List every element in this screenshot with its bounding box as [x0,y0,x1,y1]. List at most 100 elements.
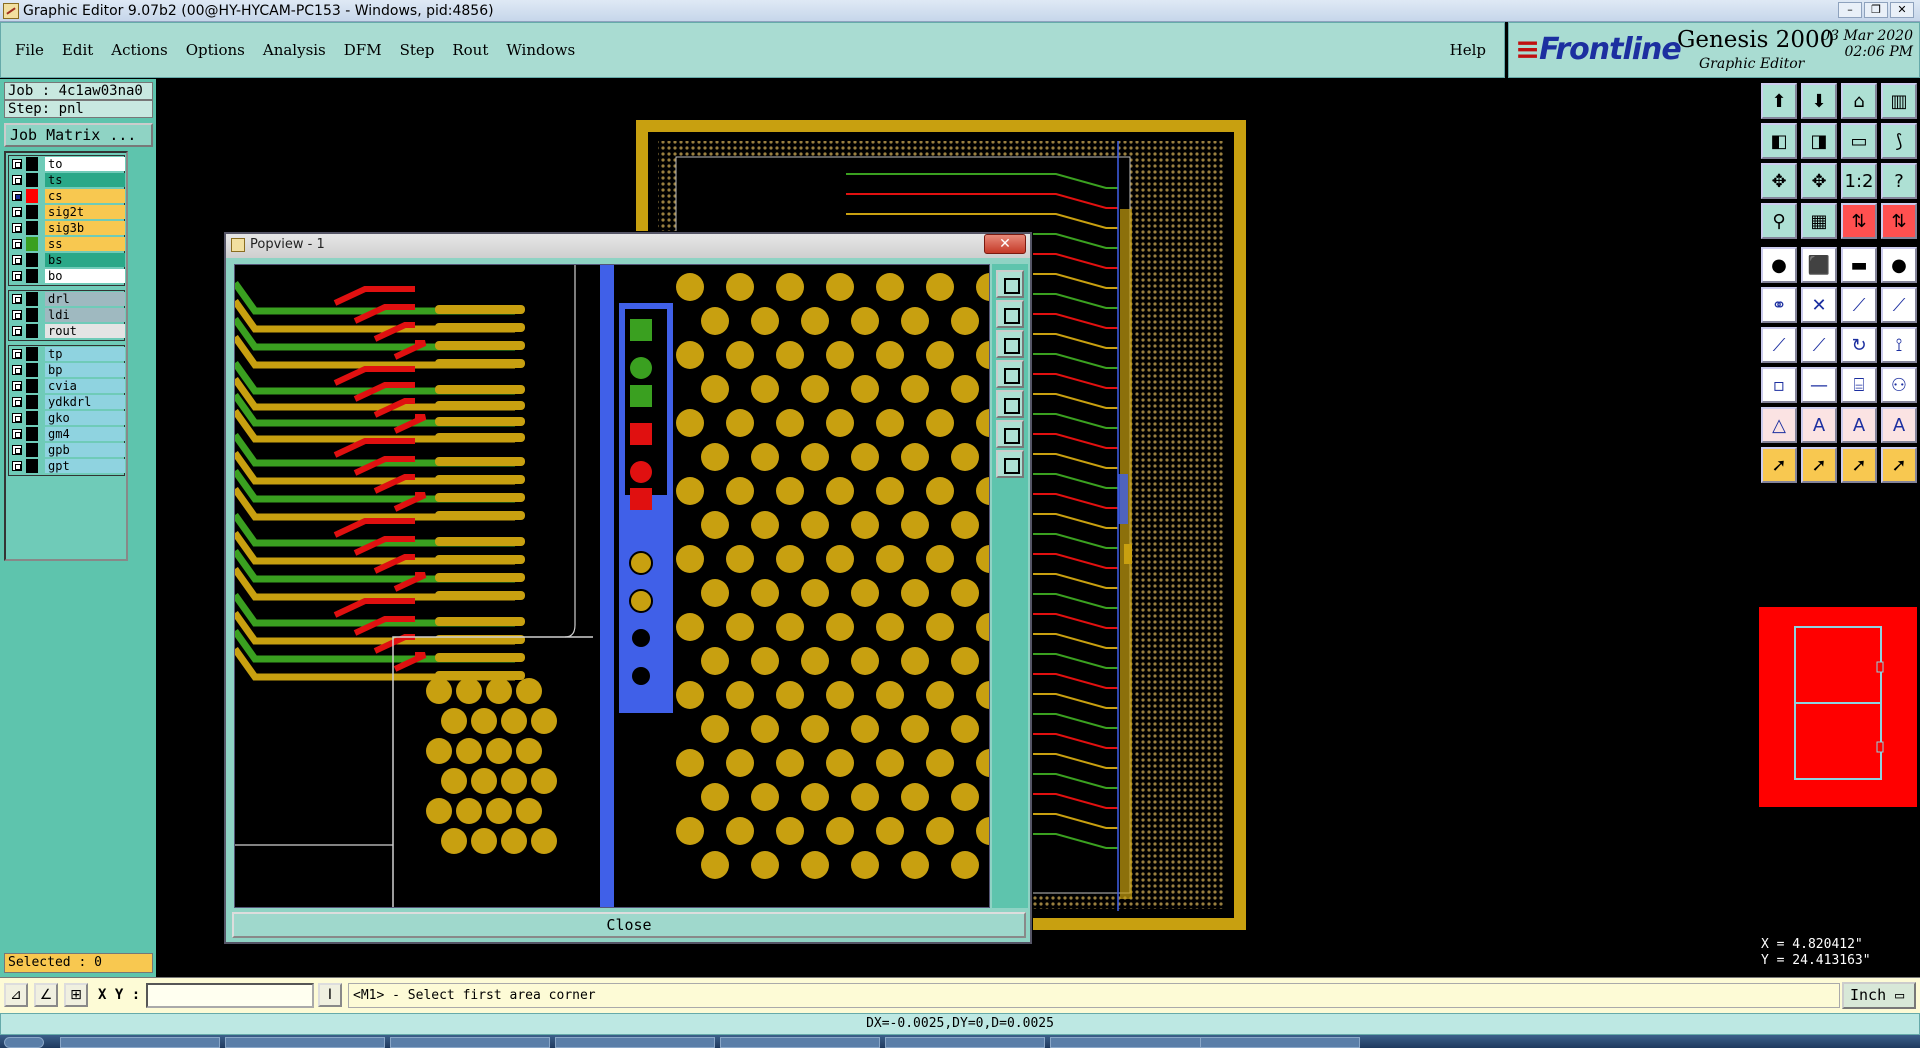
popview-zoom-fit-icon[interactable] [996,270,1024,298]
select-icon[interactable]: ➚ [1761,447,1797,483]
layer-checkbox[interactable] [12,159,22,169]
select-route-icon[interactable]: ➚ [1881,447,1917,483]
pads-icon[interactable]: ⚇ [1881,367,1917,403]
open-job-icon[interactable]: ⬆ [1761,83,1797,119]
layer-down-icon[interactable]: ⇅ [1881,203,1917,239]
layer-checkbox[interactable] [12,175,22,185]
layer-row-gpt[interactable]: gpt [9,458,125,474]
restore-icon[interactable]: ❐ [1864,2,1888,18]
select-arrow-icon[interactable]: ➚ [1841,447,1877,483]
taskbar-item[interactable] [1200,1037,1360,1048]
layer-row-ts[interactable]: ts [9,172,125,188]
pan-icon[interactable]: ⚲ [1761,203,1797,239]
unit-selector[interactable]: Inch ▭ [1842,982,1916,1009]
triangle-c-icon[interactable]: A [1881,407,1917,443]
menu-file[interactable]: File [15,41,44,59]
menu-help[interactable]: Help [1450,41,1486,59]
layer-checkbox[interactable] [12,191,22,201]
triangle-icon[interactable]: △ [1761,407,1797,443]
layer-row-tp[interactable]: tp [9,346,125,362]
rotate-icon[interactable]: ↻ [1841,327,1877,363]
layer-checkbox[interactable] [12,271,22,281]
layer-checkbox[interactable] [12,445,22,455]
taskbar-item[interactable] [885,1037,1045,1048]
layer-checkbox[interactable] [12,326,22,336]
popview-zoom-in-icon[interactable] [996,300,1024,328]
job-matrix-button[interactable]: Job Matrix ... [4,123,153,147]
delete-area-icon[interactable]: ⬛ [1801,247,1837,283]
layer-checkbox[interactable] [12,239,22,249]
help-icon[interactable]: ? [1881,163,1917,199]
popview-pan-right-icon[interactable] [996,390,1024,418]
layer-checkbox[interactable] [12,381,22,391]
select-alt-icon[interactable]: ➚ [1801,447,1837,483]
cursor-mode-icon[interactable]: I [318,983,342,1007]
menu-analysis[interactable]: Analysis [263,41,326,59]
record-icon[interactable]: ● [1881,247,1917,283]
layer-checkbox[interactable] [12,365,22,375]
close-icon[interactable]: ✕ [1890,2,1914,18]
layer-row-bp[interactable]: bp [9,362,125,378]
minimize-icon[interactable]: – [1838,2,1862,18]
draw-line-icon[interactable]: ⟋ [1761,327,1797,363]
add-pad-icon[interactable]: ⚭ [1761,287,1797,323]
menu-rout[interactable]: Rout [452,41,488,59]
edit-line-icon[interactable]: ⟋ [1801,327,1837,363]
measure-icon[interactable]: ▬ [1841,247,1877,283]
menu-options[interactable]: Options [186,41,245,59]
layer-checkbox[interactable] [12,397,22,407]
zoom-fit-icon[interactable]: ✥ [1761,163,1797,199]
taskbar-item[interactable] [1050,1037,1210,1048]
triangle-a-icon[interactable]: A [1801,407,1837,443]
layer-checkbox[interactable] [12,255,22,265]
zoom-center-icon[interactable]: ✥ [1801,163,1837,199]
camera-icon[interactable]: ● [1761,247,1797,283]
snap-icon[interactable]: ⟆ [1881,123,1917,159]
layer-row-bs[interactable]: bs [9,252,125,268]
step-minimap[interactable] [1759,607,1917,807]
layer-row-to[interactable]: to [9,156,125,172]
popview-titlebar[interactable]: Popview - 1 [226,234,1030,258]
popview-close-icon[interactable]: ✕ [984,234,1026,254]
layer-checkbox[interactable] [12,349,22,359]
layer-checkbox[interactable] [12,294,22,304]
popview-zoom-window-icon[interactable] [996,420,1024,448]
layer-row-gpb[interactable]: gpb [9,442,125,458]
add-line-icon[interactable]: ⟋ [1841,287,1877,323]
measure-icon[interactable]: ⊿ [4,983,28,1007]
taskbar-item[interactable] [225,1037,385,1048]
menu-edit[interactable]: Edit [62,41,93,59]
move-pad-icon[interactable]: ▫ [1761,367,1797,403]
layer-checkbox[interactable] [12,207,22,217]
menu-windows[interactable]: Windows [506,41,575,59]
layer-row-ydkdrl[interactable]: ydkdrl [9,394,125,410]
route-icon[interactable]: ⟟ [1881,327,1917,363]
popview-zoom-home-icon[interactable] [996,450,1024,478]
menu-step[interactable]: Step [400,41,435,59]
layer-row-sig2t[interactable]: sig2t [9,204,125,220]
layout-icon[interactable]: ▥ [1881,83,1917,119]
popview-close-button[interactable]: Close [232,912,1026,938]
popview-canvas[interactable] [234,264,990,908]
xy-input[interactable] [146,983,314,1008]
minus-icon[interactable]: — [1801,367,1837,403]
layer-up-icon[interactable]: ⇅ [1841,203,1877,239]
step-right-icon[interactable]: ◨ [1801,123,1837,159]
snap-icon[interactable]: ∠ [34,983,58,1007]
add-arc-icon[interactable]: ⟋ [1881,287,1917,323]
panel-icon[interactable]: ▭ [1841,123,1877,159]
triangle-b-icon[interactable]: A [1841,407,1877,443]
taskbar-item[interactable] [720,1037,880,1048]
layer-checkbox[interactable] [12,461,22,471]
layer-row-rout[interactable]: rout [9,323,125,339]
grid-icon[interactable]: ▦ [1801,203,1837,239]
taskbar-item[interactable] [555,1037,715,1048]
grid-icon[interactable]: ⊞ [64,983,88,1007]
layer-row-cvia[interactable]: cvia [9,378,125,394]
layer-checkbox[interactable] [12,429,22,439]
menu-actions[interactable]: Actions [111,41,167,59]
save-icon[interactable]: ⬇ [1801,83,1837,119]
cross-icon[interactable]: ✕ [1801,287,1837,323]
popview-pan-left-icon[interactable] [996,360,1024,388]
layer-row-bo[interactable]: bo [9,268,125,284]
